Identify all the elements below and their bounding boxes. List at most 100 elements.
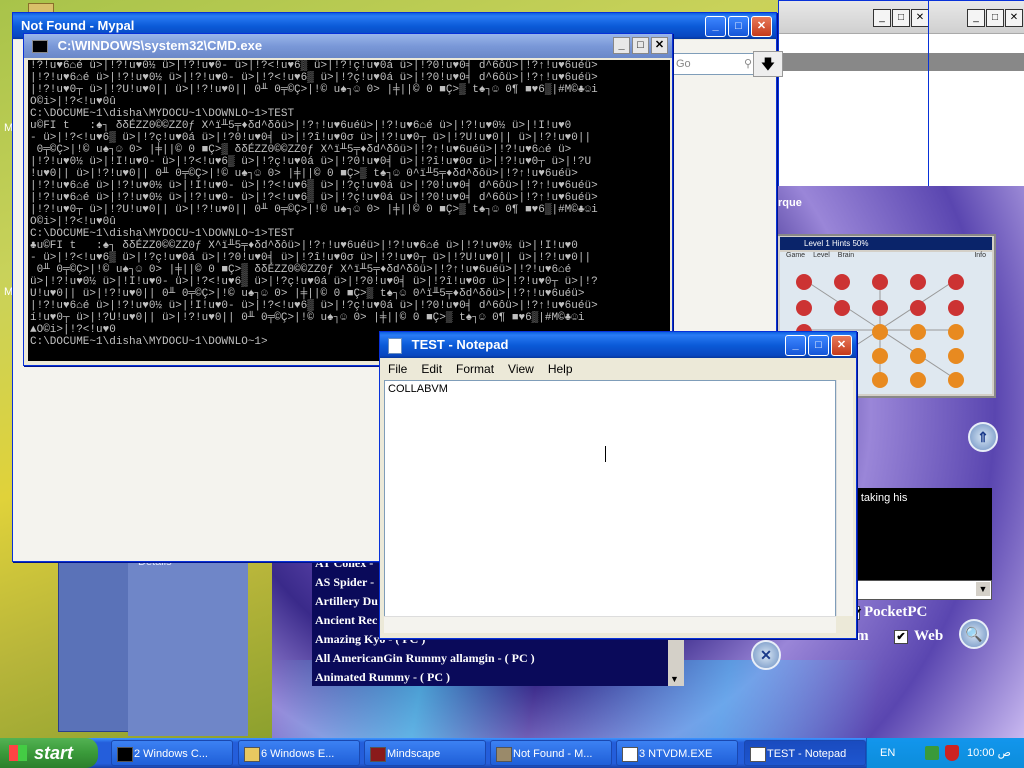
- console-line: u©FI t :♠┐ δδÉZZ0©©ZZ0ƒ X^ï╨5╤♦δd^δôü>|!…: [30, 120, 572, 132]
- console-line: C:\DOCUME~1\disha\MYDOCU~1\DOWNLO~1>TEST: [30, 108, 295, 120]
- notepad-window[interactable]: TEST - Notepad _ □ ✕ File Edit Format Vi…: [379, 331, 857, 639]
- text-cursor-icon: [605, 446, 608, 462]
- console-line: |!?!u♥0┬ ü>|!?U!u♥0|| ü>|!?!u♥0|| 0╨ 0╤©…: [30, 204, 598, 216]
- window-title: Not Found - Mypal: [21, 18, 135, 33]
- menu-edit[interactable]: Edit: [421, 359, 442, 379]
- platform-dropdown[interactable]: ▼: [850, 580, 992, 600]
- window-title: TEST - Notepad: [411, 337, 509, 352]
- console-line: - ü>|!?<!u♥6▒ ü>|!?ç!u♥0á ü>|!?0!u♥0╡ ü>…: [30, 132, 592, 144]
- background-window[interactable]: _ □ ✕: [778, 0, 930, 192]
- horizontal-scrollbar[interactable]: [384, 616, 836, 633]
- start-button[interactable]: start: [0, 738, 98, 768]
- text-editor[interactable]: COLLABVM: [384, 380, 836, 632]
- maximize-button[interactable]: □: [892, 9, 910, 27]
- console-line: |!?!u♥6⌂é ü>|!?!u♥0½ ü>|!I!u♥0- ü>|!?<!u…: [30, 300, 598, 312]
- mindscape-icon: [370, 747, 386, 762]
- console-line: 0╤©Ç>|!© u♠┐☺ 0> |╪||© 0 ■Ç>▒ δδÉZZ0©©ZZ…: [30, 144, 572, 156]
- close-button[interactable]: ✕: [651, 37, 668, 54]
- toolbar-strip: [929, 53, 1024, 71]
- console-line: |!?!u♥0½ ü>|!I!u♥0- ü>|!?<!u♥6▒ ü>|!?ç!u…: [30, 156, 592, 168]
- option-pocketpc[interactable]: ✔ PocketPC: [852, 604, 927, 621]
- background-window-titlebar[interactable]: _ □ ✕: [929, 1, 1024, 34]
- download-button[interactable]: 🡇: [753, 51, 783, 77]
- game-window-menu: Game Level Brain Info: [786, 252, 986, 259]
- close-button[interactable]: ✕: [751, 16, 772, 37]
- cmd-icon: [32, 40, 48, 54]
- cmd-window[interactable]: C:\WINDOWS\system32\CMD.exe _ □ ✕ !?!u♥6…: [23, 33, 673, 366]
- network-icon[interactable]: [925, 746, 939, 760]
- game-window-title: Level 1 Hints 50%: [780, 237, 992, 250]
- search-button[interactable]: 🔍: [959, 619, 989, 649]
- window-title: C:\WINDOWS\system32\CMD.exe: [57, 38, 263, 53]
- download-arrow-icon: 🡇: [760, 56, 776, 72]
- list-item[interactable]: All AmericanGin Rummy allamgin - ( PC ): [312, 649, 668, 668]
- window-icon: [622, 747, 638, 762]
- console-line: ü>|!?!u♥0½ ü>|!I!u♥0- ü>|!?<!u♥6▒ ü>|!?ç…: [30, 276, 598, 288]
- language-indicator[interactable]: EN: [880, 738, 895, 768]
- console-line: - ü>|!?<!u♥6▒ ü>|!?ç!u♥0á ü>|!?0!u♥0╡ ü>…: [30, 252, 592, 264]
- console-line: C:\DOCUME~1\disha\MYDOCU~1\DOWNLO~1>TEST: [30, 228, 295, 240]
- console-line: O©i>|!?<!u♥0û: [30, 96, 116, 108]
- close-button[interactable]: ✕: [831, 335, 852, 356]
- toolbar-strip: [779, 53, 929, 71]
- maximize-button[interactable]: □: [728, 16, 749, 37]
- menu-help[interactable]: Help: [548, 359, 573, 379]
- notepad-titlebar[interactable]: TEST - Notepad _ □ ✕: [380, 332, 856, 358]
- taskbar-item-mypal[interactable]: Not Found - M...: [490, 740, 612, 766]
- notepad-icon: [388, 337, 402, 354]
- minimize-button[interactable]: _: [967, 9, 985, 27]
- close-button[interactable]: ✕: [1005, 9, 1023, 27]
- console-line: |!?!u♥6⌂é ü>|!?!u♥0½ ü>|!?!u♥0- ü>|!?<!u…: [30, 72, 598, 84]
- chevron-down-icon[interactable]: ▼: [670, 674, 679, 684]
- security-shield-icon[interactable]: [945, 745, 959, 761]
- taskbar-item-windows-explorer[interactable]: 6 Windows E...: [238, 740, 360, 766]
- option-web[interactable]: ✔ Web: [894, 628, 943, 645]
- search-icon[interactable]: ⚲: [744, 54, 752, 74]
- console-line: 0╨ 0╤©Ç>|!© u♠┐☺ 0> |╪||© 0 ■Ç>▒ δδÉZZ0©…: [30, 264, 572, 276]
- clock: 10:00 ص: [967, 747, 1011, 759]
- minimize-button[interactable]: _: [613, 37, 630, 54]
- menu-view[interactable]: View: [508, 359, 534, 379]
- close-icon[interactable]: ✕: [751, 640, 781, 670]
- web-checkbox[interactable]: ✔: [894, 629, 908, 644]
- taskbar-item-windows-cmd[interactable]: 2 Windows C...: [111, 740, 233, 766]
- maximize-button[interactable]: □: [986, 9, 1004, 27]
- vertical-scrollbar[interactable]: [836, 380, 853, 616]
- taskbar-item-notepad[interactable]: TEST - Notepad: [744, 740, 866, 766]
- console-line: U!u♥0|| ü>|!?!u♥0|| 0╨ 0╤©Ç>|!© u♠┐☺ 0> …: [30, 288, 585, 300]
- console-line: O©i>|!?<!u♥0û: [30, 216, 116, 228]
- minimize-button[interactable]: _: [873, 9, 891, 27]
- console-line: |!?!u♥0┬ ü>|!?U!u♥0|| ü>|!?!u♥0|| 0╨ 0╤©…: [30, 84, 598, 96]
- search-go-field[interactable]: Go ⚲: [673, 53, 757, 75]
- taskbar: start 2 Windows C... 6 Windows E... Mind…: [0, 738, 1024, 768]
- details-panel: Details: [128, 554, 248, 736]
- cmd-icon: [117, 747, 133, 762]
- menu-format[interactable]: Format: [456, 359, 494, 379]
- maximize-button[interactable]: □: [808, 335, 829, 356]
- taskbar-item-ntvdm[interactable]: 3 NTVDM.EXE: [616, 740, 738, 766]
- menu-bar: File Edit Format View Help: [381, 359, 855, 379]
- taskbar-item-mindscape[interactable]: Mindscape: [364, 740, 486, 766]
- notepad-icon: [750, 747, 766, 762]
- browser-icon: [496, 747, 512, 762]
- console-line: !u♥0|| ü>|!?!u♥0|| 0╨ 0╤©Ç>|!© u♠┐☺ 0> |…: [30, 168, 578, 180]
- console-line: ♣u©FI t :♠┐ δδÉZZ0©©ZZ0ƒ X^ï╨5╤♦δd^δôü>|…: [30, 240, 578, 252]
- background-window[interactable]: _ □ ✕: [928, 0, 1024, 192]
- menu-file[interactable]: File: [388, 359, 407, 379]
- console-line: |!?!u♥6⌂é ü>|!?!u♥0½ ü>|!I!u♥0- ü>|!?<!u…: [30, 180, 598, 192]
- minimize-button[interactable]: _: [785, 335, 806, 356]
- folder-icon: [244, 747, 260, 762]
- system-tray: EN 10:00 ص: [866, 738, 1024, 768]
- background-window-titlebar[interactable]: _ □ ✕: [779, 1, 929, 34]
- chevron-down-icon[interactable]: ▼: [976, 582, 990, 596]
- minimize-button[interactable]: _: [705, 16, 726, 37]
- console-output[interactable]: !?!u♥6⌂é ü>|!?!u♥0½ ü>|!?!u♥0- ü>|!?<!u♥…: [28, 60, 670, 361]
- mindscape-label: rque: [778, 197, 802, 209]
- maximize-button[interactable]: □: [632, 37, 649, 54]
- cmd-titlebar[interactable]: C:\WINDOWS\system32\CMD.exe _ □ ✕: [24, 34, 672, 58]
- scroll-up-button[interactable]: ⇑: [968, 422, 998, 452]
- list-item[interactable]: Animated Rummy - ( PC ): [312, 668, 668, 687]
- console-line: |!?!u♥6⌂é ü>|!?!u♥0½ ü>|!?!u♥0- ü>|!?<!u…: [30, 192, 598, 204]
- console-line: í!u♥0┬ ü>|!?U!u♥0|| ü>|!?!u♥0|| 0╨ 0╤©Ç>…: [30, 312, 585, 324]
- close-button[interactable]: ✕: [911, 9, 929, 27]
